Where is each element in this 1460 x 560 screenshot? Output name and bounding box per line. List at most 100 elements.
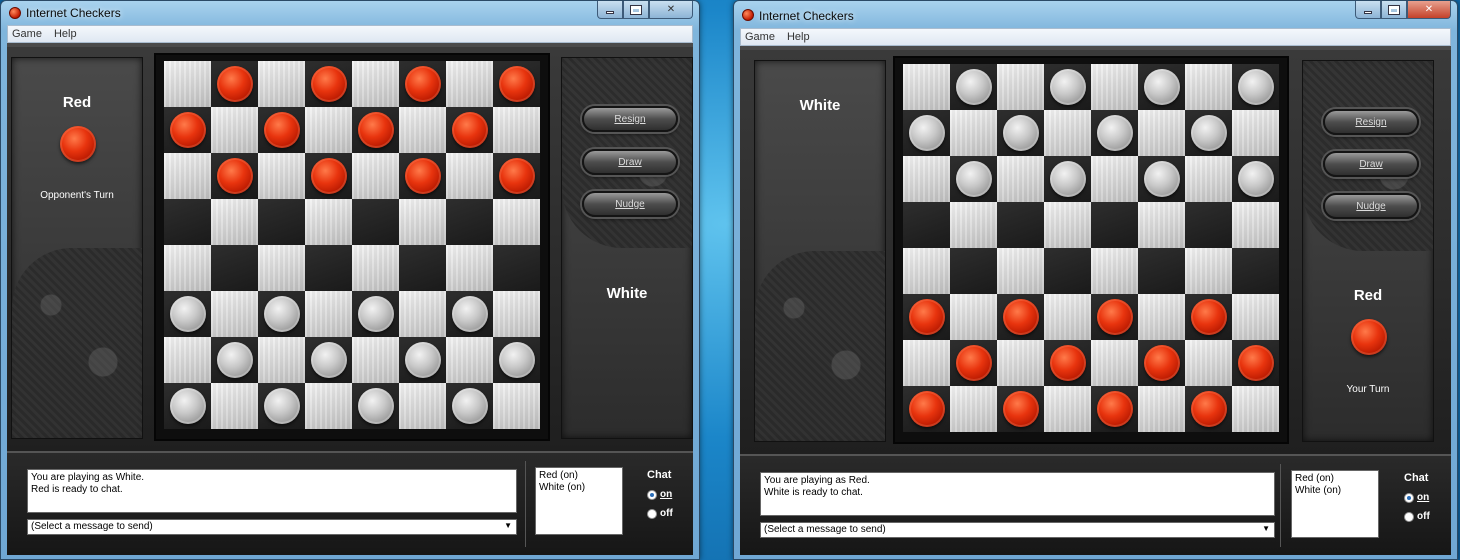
white-checker-piece[interactable] [264, 296, 300, 332]
white-checker-piece[interactable] [452, 388, 488, 424]
board-square[interactable] [903, 110, 950, 156]
board-square[interactable] [1138, 294, 1185, 340]
red-checker-piece[interactable] [217, 66, 253, 102]
board-square[interactable] [211, 245, 258, 291]
board-square[interactable] [352, 199, 399, 245]
white-checker-piece[interactable] [1144, 69, 1180, 105]
board-square[interactable] [1232, 64, 1279, 110]
red-checker-piece[interactable] [405, 66, 441, 102]
board-square[interactable] [997, 64, 1044, 110]
checkerboard[interactable] [164, 61, 540, 429]
board-square[interactable] [258, 291, 305, 337]
white-checker-piece[interactable] [405, 342, 441, 378]
board-square[interactable] [950, 202, 997, 248]
board-square[interactable] [1044, 202, 1091, 248]
red-checker-piece[interactable] [405, 158, 441, 194]
white-checker-piece[interactable] [358, 296, 394, 332]
board-square[interactable] [1044, 156, 1091, 202]
close-button[interactable]: ✕ [649, 1, 693, 19]
board-square[interactable] [305, 199, 352, 245]
white-checker-piece[interactable] [311, 342, 347, 378]
maximize-button[interactable] [623, 1, 649, 19]
radio-on[interactable] [647, 489, 657, 500]
nudge-button[interactable]: Nudge [582, 191, 678, 217]
board-square[interactable] [352, 291, 399, 337]
board-square[interactable] [1138, 110, 1185, 156]
red-checker-piece[interactable] [1191, 299, 1227, 335]
board-square[interactable] [1091, 110, 1138, 156]
white-checker-piece[interactable] [170, 388, 206, 424]
board-square[interactable] [1232, 294, 1279, 340]
board-square[interactable] [258, 199, 305, 245]
white-checker-piece[interactable] [1238, 69, 1274, 105]
white-checker-piece[interactable] [499, 342, 535, 378]
board-square[interactable] [446, 383, 493, 429]
board-square[interactable] [1138, 386, 1185, 432]
board-square[interactable] [903, 202, 950, 248]
white-checker-piece[interactable] [909, 115, 945, 151]
board-square[interactable] [1232, 156, 1279, 202]
board-square[interactable] [1232, 340, 1279, 386]
message-select[interactable]: (Select a message to send) ▼ [760, 522, 1275, 538]
board-square[interactable] [1091, 386, 1138, 432]
board-square[interactable] [903, 294, 950, 340]
board-square[interactable] [903, 340, 950, 386]
white-checker-piece[interactable] [264, 388, 300, 424]
board-square[interactable] [305, 383, 352, 429]
board-square[interactable] [997, 156, 1044, 202]
board-square[interactable] [997, 294, 1044, 340]
minimize-button[interactable] [1355, 1, 1381, 19]
board-square[interactable] [258, 245, 305, 291]
board-square[interactable] [493, 199, 540, 245]
white-checker-piece[interactable] [1050, 161, 1086, 197]
board-square[interactable] [305, 61, 352, 107]
board-square[interactable] [446, 107, 493, 153]
board-square[interactable] [446, 291, 493, 337]
board-square[interactable] [446, 337, 493, 383]
white-checker-piece[interactable] [1144, 161, 1180, 197]
board-square[interactable] [211, 291, 258, 337]
board-square[interactable] [493, 337, 540, 383]
board-square[interactable] [352, 245, 399, 291]
board-square[interactable] [305, 153, 352, 199]
red-checker-piece[interactable] [452, 112, 488, 148]
white-checker-piece[interactable] [217, 342, 253, 378]
red-checker-piece[interactable] [956, 345, 992, 381]
board-square[interactable] [1091, 248, 1138, 294]
board-square[interactable] [1185, 248, 1232, 294]
board-square[interactable] [1138, 64, 1185, 110]
board-square[interactable] [211, 107, 258, 153]
red-checker-piece[interactable] [1238, 345, 1274, 381]
board-square[interactable] [1232, 248, 1279, 294]
white-checker-piece[interactable] [956, 161, 992, 197]
board-square[interactable] [1232, 110, 1279, 156]
board-square[interactable] [950, 340, 997, 386]
board-square[interactable] [493, 383, 540, 429]
board-square[interactable] [305, 107, 352, 153]
board-square[interactable] [1138, 202, 1185, 248]
board-square[interactable] [164, 107, 211, 153]
board-square[interactable] [903, 156, 950, 202]
board-square[interactable] [950, 110, 997, 156]
board-square[interactable] [1185, 294, 1232, 340]
board-square[interactable] [211, 153, 258, 199]
board-square[interactable] [1044, 294, 1091, 340]
board-square[interactable] [1091, 202, 1138, 248]
board-square[interactable] [164, 61, 211, 107]
board-square[interactable] [164, 199, 211, 245]
board-square[interactable] [446, 199, 493, 245]
board-square[interactable] [1044, 386, 1091, 432]
board-square[interactable] [1185, 386, 1232, 432]
board-square[interactable] [1044, 248, 1091, 294]
white-checker-piece[interactable] [452, 296, 488, 332]
red-checker-piece[interactable] [170, 112, 206, 148]
board-square[interactable] [1044, 110, 1091, 156]
red-checker-piece[interactable] [1097, 299, 1133, 335]
red-checker-piece[interactable] [217, 158, 253, 194]
board-square[interactable] [1044, 64, 1091, 110]
minimize-button[interactable] [597, 1, 623, 19]
red-checker-piece[interactable] [499, 158, 535, 194]
white-checker-piece[interactable] [1191, 115, 1227, 151]
board-square[interactable] [1185, 64, 1232, 110]
board-square[interactable] [352, 337, 399, 383]
